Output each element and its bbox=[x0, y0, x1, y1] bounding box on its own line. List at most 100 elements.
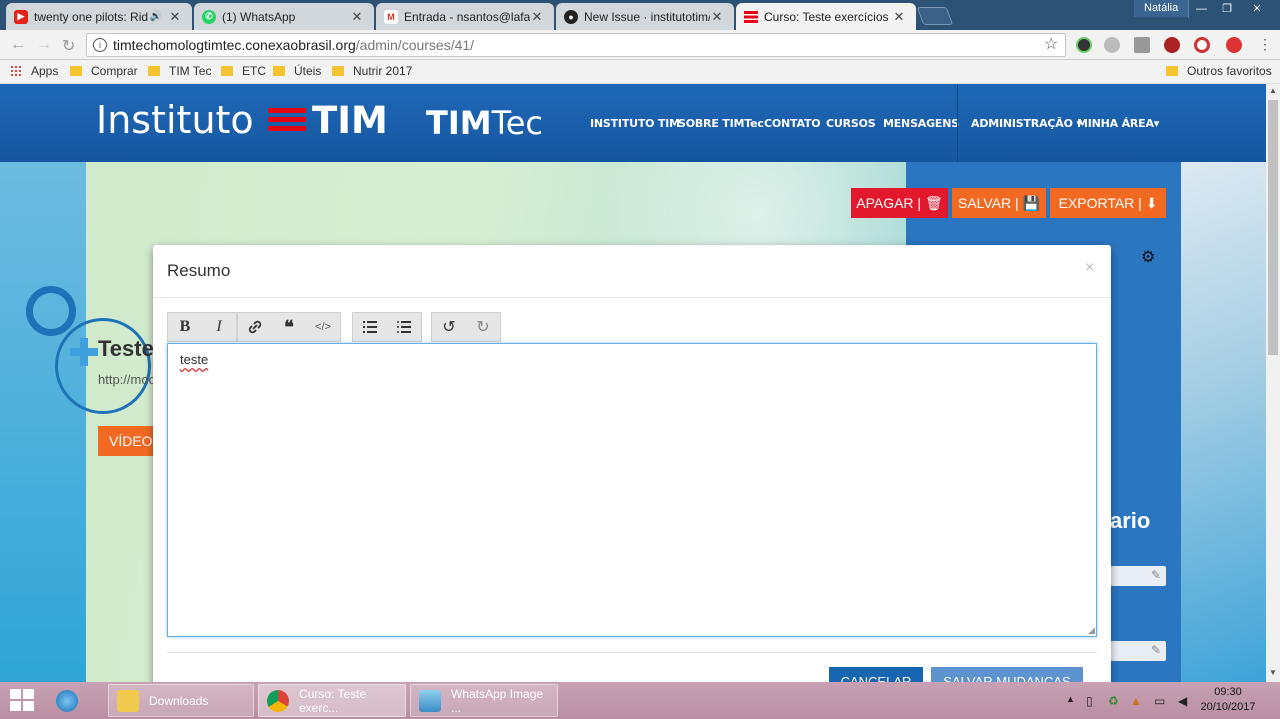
illustration bbox=[1181, 162, 1266, 682]
tim-icon bbox=[744, 9, 758, 24]
save-button[interactable]: SALVAR | 💾 bbox=[952, 188, 1046, 218]
minimize-icon[interactable]: — bbox=[1188, 0, 1214, 18]
unordered-list-icon[interactable] bbox=[387, 313, 421, 341]
modal-title: Resumo bbox=[167, 261, 231, 280]
cancel-button[interactable]: CANCELAR bbox=[829, 667, 923, 682]
network-icon[interactable]: ▭ bbox=[1154, 694, 1165, 708]
tab-curso[interactable]: Curso: Teste exercícios ✕ bbox=[736, 3, 916, 30]
tab-whatsapp[interactable]: ✆ (1) WhatsApp ✕ bbox=[194, 3, 374, 30]
scroll-up-icon[interactable]: ▲ bbox=[1269, 86, 1277, 95]
nav-cursos[interactable]: CURSOS bbox=[826, 117, 876, 130]
editor-content[interactable]: teste bbox=[180, 352, 208, 367]
redo-icon[interactable]: ↻ bbox=[466, 313, 500, 341]
extension-icon[interactable] bbox=[1226, 37, 1242, 53]
browser-titlebar: ▶ twenty one pilots: Rid 🔊 ✕ ✆ (1) Whats… bbox=[0, 0, 1280, 30]
resize-handle-icon[interactable]: ◢ bbox=[1088, 625, 1095, 636]
youtube-icon: ▶ bbox=[14, 9, 28, 24]
address-bar[interactable]: i timtechomologtimtec.conexaobrasil.org … bbox=[86, 33, 1066, 57]
back-arrow-icon[interactable]: ← bbox=[10, 36, 26, 54]
ordered-list-icon[interactable] bbox=[353, 313, 387, 341]
tray-firewall-icon[interactable]: ▲ bbox=[1130, 694, 1142, 708]
nav-administracao[interactable]: ADMINISTRAÇÃO ▾ bbox=[971, 117, 1082, 130]
browser-toolbar: ← → ↻ i timtechomologtimtec.conexaobrasi… bbox=[0, 30, 1280, 60]
page-scrollbar[interactable]: ▲ ▼ bbox=[1266, 84, 1280, 682]
quote-icon[interactable]: ❝ bbox=[272, 313, 306, 341]
nav-minha-area[interactable]: MINHA ÁREA▾ bbox=[1077, 117, 1159, 130]
panel-heading: ario bbox=[1110, 508, 1151, 533]
bookmark-folder[interactable]: TIM Tec bbox=[148, 64, 211, 78]
extension-icon[interactable] bbox=[1076, 37, 1092, 53]
close-icon[interactable]: ✕ bbox=[530, 9, 544, 25]
ie-icon[interactable] bbox=[56, 684, 88, 717]
course-title[interactable]: Teste bbox=[98, 336, 154, 362]
menu-dots-icon[interactable]: ⋮ bbox=[1258, 36, 1272, 53]
audio-icon[interactable]: 🔊 bbox=[150, 11, 162, 22]
close-icon[interactable]: ✕ bbox=[710, 9, 724, 25]
close-window-icon[interactable]: ✕ bbox=[1240, 0, 1274, 18]
new-tab-button[interactable] bbox=[916, 7, 954, 25]
delete-button[interactable]: APAGAR | 🗑 bbox=[851, 188, 948, 218]
logo-timtec[interactable]: TIMTec bbox=[426, 104, 543, 142]
undo-icon[interactable]: ↺ bbox=[432, 313, 466, 341]
bookmark-folder[interactable]: ETC bbox=[221, 64, 266, 78]
nav-sobre-timtec[interactable]: SOBRE TIMTec bbox=[678, 117, 764, 130]
info-icon[interactable]: i bbox=[93, 38, 107, 52]
nav-instituto-tim[interactable]: INSTITUTO TIM bbox=[590, 117, 680, 130]
tray-sync-icon[interactable]: ♻ bbox=[1108, 694, 1119, 708]
bookmark-folder[interactable]: Úteis bbox=[273, 64, 321, 78]
link-icon[interactable] bbox=[238, 313, 272, 341]
clock[interactable]: 09:30 20/10/2017 bbox=[1198, 685, 1258, 715]
profile-name[interactable]: Natália bbox=[1134, 0, 1189, 17]
page-viewport: Instituto TIM TIMTec INSTITUTO TIM SOBRE… bbox=[0, 84, 1266, 682]
bookmark-apps[interactable]: Apps bbox=[10, 64, 58, 78]
divider bbox=[153, 297, 1111, 298]
tray-app-icon[interactable]: ▯ bbox=[1086, 694, 1093, 708]
tray-expand-icon[interactable]: ▲ bbox=[1066, 694, 1075, 704]
save-changes-button[interactable]: SALVAR MUDANÇAS bbox=[931, 667, 1083, 682]
forward-arrow-icon[interactable]: → bbox=[36, 36, 52, 54]
taskbar-chrome[interactable]: Curso: Teste exerc... bbox=[258, 684, 406, 717]
scroll-down-icon[interactable]: ▼ bbox=[1269, 668, 1277, 677]
nav-contato[interactable]: CONTATO bbox=[764, 117, 821, 130]
code-icon[interactable]: </> bbox=[306, 313, 340, 341]
extension-icon[interactable] bbox=[1104, 37, 1120, 53]
logo-tim[interactable]: TIM bbox=[312, 99, 388, 142]
tab-youtube[interactable]: ▶ twenty one pilots: Rid 🔊 ✕ bbox=[6, 3, 192, 30]
windows-start-icon[interactable] bbox=[10, 689, 36, 713]
nav-mensagens[interactable]: MENSAGENS bbox=[883, 117, 959, 130]
summary-editor[interactable]: teste ◢ bbox=[167, 343, 1097, 637]
close-icon[interactable]: × bbox=[1085, 259, 1094, 277]
panel-field[interactable]: ✎ bbox=[1110, 641, 1166, 661]
url-host: timtechomologtimtec.conexaobrasil.org bbox=[113, 37, 356, 53]
nav-divider bbox=[957, 84, 958, 162]
close-icon[interactable]: ✕ bbox=[350, 9, 364, 25]
gear-icon[interactable]: ⚙ bbox=[1141, 247, 1155, 267]
taskbar-downloads[interactable]: Downloads bbox=[108, 684, 254, 717]
extension-icon[interactable] bbox=[1134, 37, 1150, 53]
taskbar-photo-viewer[interactable]: WhatsApp Image ... bbox=[410, 684, 558, 717]
ublock-icon[interactable] bbox=[1164, 37, 1180, 53]
logo-instituto[interactable]: Instituto bbox=[96, 98, 254, 142]
course-url[interactable]: http://moo bbox=[98, 372, 156, 387]
bold-button[interactable]: B bbox=[168, 313, 202, 341]
close-icon[interactable]: ✕ bbox=[168, 9, 182, 25]
volume-icon[interactable]: ◀ bbox=[1178, 694, 1187, 708]
export-button[interactable]: EXPORTAR | ⬇ bbox=[1050, 188, 1166, 218]
scrollbar-thumb[interactable] bbox=[1268, 100, 1278, 355]
italic-button[interactable]: I bbox=[202, 313, 236, 341]
gmail-icon: M bbox=[384, 9, 398, 24]
bookmark-folder[interactable]: Nutrir 2017 bbox=[332, 64, 412, 78]
adblock-icon[interactable] bbox=[1194, 37, 1210, 53]
tab-github[interactable]: ● New Issue · institutotim/ ✕ bbox=[556, 3, 734, 30]
panel-field[interactable]: ✎ bbox=[1110, 566, 1166, 586]
bookmark-folder[interactable]: Comprar bbox=[70, 64, 138, 78]
close-icon[interactable]: ✕ bbox=[892, 9, 906, 25]
bookmark-other[interactable]: Outros favoritos bbox=[1166, 64, 1272, 78]
pencil-icon: ✎ bbox=[1150, 568, 1161, 582]
tab-gmail[interactable]: M Entrada - nsantos@lafab ✕ bbox=[376, 3, 554, 30]
tab-title: twenty one pilots: Rid bbox=[34, 9, 149, 24]
reload-icon[interactable]: ↻ bbox=[62, 36, 75, 56]
bookmark-star-icon[interactable]: ☆ bbox=[1044, 34, 1058, 54]
tab-video[interactable]: VÍDEO bbox=[98, 426, 154, 456]
maximize-icon[interactable]: ❐ bbox=[1214, 0, 1240, 18]
